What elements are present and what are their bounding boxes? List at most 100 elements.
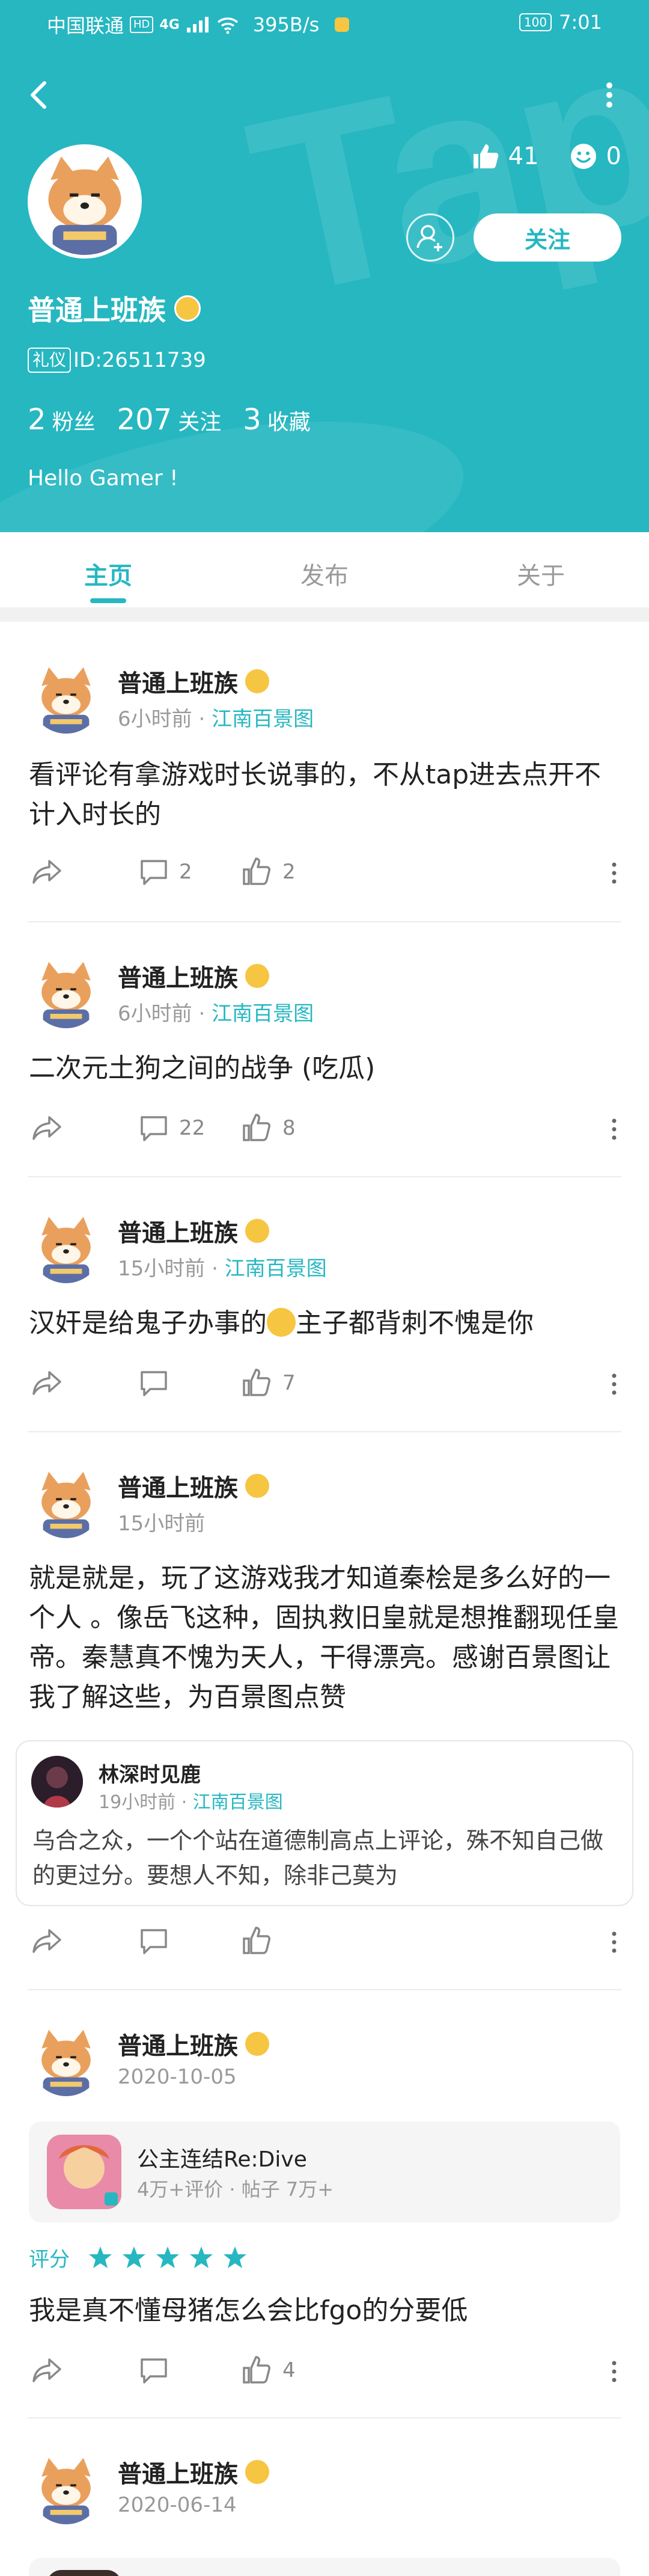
like-icon bbox=[243, 2356, 271, 2384]
post-author-name[interactable]: 普通上班族 bbox=[118, 2455, 269, 2489]
feed-post[interactable]: 普通上班族 2020-10-05 公主连结Re:Dive 4万+评价 · 帖子 … bbox=[0, 1990, 649, 2418]
post-author-avatar[interactable] bbox=[30, 661, 102, 734]
like-button[interactable]: 7 bbox=[240, 1366, 296, 1400]
share-button[interactable] bbox=[30, 855, 64, 889]
tab-posts[interactable]: 发布 bbox=[216, 532, 433, 607]
more-options-icon[interactable] bbox=[608, 1111, 620, 1147]
game-name: 公主连结Re:Dive bbox=[137, 2147, 307, 2172]
hd-badge: HD bbox=[130, 16, 154, 33]
post-game-link[interactable]: 江南百景图 bbox=[212, 707, 314, 731]
nav-row bbox=[0, 66, 649, 120]
comment-button[interactable] bbox=[137, 1924, 179, 1958]
more-options-icon[interactable] bbox=[608, 2354, 620, 2390]
feed-post[interactable]: 普通上班族 15小时前 就是就是，玩了这游戏我才知道秦桧是多么好的一个人 。像岳… bbox=[0, 1432, 649, 1990]
game-card-partial[interactable] bbox=[29, 2558, 620, 2576]
more-options-icon[interactable] bbox=[608, 1924, 620, 1960]
feed-post[interactable]: 普通上班族 6小时前 · 江南百景图 看评论有拿游戏时长说事的，不从tap进去点… bbox=[0, 622, 649, 922]
comment-button[interactable]: 22 bbox=[137, 1111, 205, 1145]
shiba-avatar-icon bbox=[31, 148, 138, 255]
tab-about[interactable]: 关于 bbox=[433, 532, 649, 607]
post-author-avatar[interactable] bbox=[30, 2024, 102, 2096]
rating-label: 评分 bbox=[29, 2248, 70, 2272]
laughing-emoji-icon bbox=[267, 1308, 296, 1337]
etiquette-badge[interactable]: 礼仪 bbox=[28, 348, 72, 373]
battery-icon: 100 bbox=[519, 13, 552, 31]
post-author-avatar[interactable] bbox=[30, 1466, 102, 1538]
share-button[interactable] bbox=[30, 1924, 64, 1958]
comment-button[interactable] bbox=[137, 1366, 179, 1400]
follow-button[interactable]: 关注 bbox=[474, 213, 621, 262]
emoji-stat[interactable]: 0 bbox=[569, 142, 621, 171]
more-options-icon[interactable] bbox=[608, 855, 620, 891]
game-icon bbox=[47, 2570, 121, 2576]
share-button[interactable] bbox=[30, 1366, 64, 1400]
quoted-game-link[interactable]: 江南百景图 bbox=[193, 1792, 283, 1813]
level-badge-icon bbox=[245, 1219, 269, 1243]
post-meta: 2020-10-05 bbox=[118, 2065, 237, 2089]
post-author-avatar[interactable] bbox=[30, 1211, 102, 1283]
feed-post[interactable]: 普通上班族 6小时前 · 江南百景图 二次元土狗之间的战争 (吃瓜) 22 8 bbox=[0, 922, 649, 1177]
tab-about-label: 关于 bbox=[517, 562, 565, 590]
share-button[interactable] bbox=[30, 1111, 64, 1145]
like-icon bbox=[243, 1369, 271, 1396]
carrier-label: 中国联通 bbox=[47, 14, 124, 37]
like-button[interactable]: 4 bbox=[240, 2354, 296, 2387]
star-icon bbox=[224, 2246, 246, 2268]
post-content[interactable]: 我是真不懂母猪怎么会比fgo的分要低 bbox=[29, 2291, 624, 2331]
network-label: 4G bbox=[159, 17, 180, 32]
following-count[interactable]: 207 关注 bbox=[117, 403, 222, 437]
post-content[interactable]: 汉奸是给鬼子办事的 主子都背刺不愧是你 bbox=[29, 1304, 624, 1343]
share-icon bbox=[32, 2358, 61, 2382]
like-icon bbox=[243, 1114, 271, 1141]
share-icon bbox=[32, 1929, 61, 1953]
profile-avatar[interactable] bbox=[28, 144, 142, 259]
back-button[interactable] bbox=[22, 77, 58, 113]
feed-post[interactable]: 普通上班族 15小时前 · 江南百景图 汉奸是给鬼子办事的 主子都背刺不愧是你 7 bbox=[0, 1177, 649, 1432]
feed-post[interactable]: 普通上班族 2020-06-14 bbox=[0, 2418, 649, 2576]
more-options-icon[interactable] bbox=[608, 1366, 620, 1402]
post-author-avatar[interactable] bbox=[30, 2452, 102, 2524]
like-count: 7 bbox=[282, 1371, 296, 1395]
like-button[interactable] bbox=[240, 1924, 282, 1958]
share-button[interactable] bbox=[30, 2354, 64, 2387]
like-count: 2 bbox=[282, 860, 296, 884]
favorites-count[interactable]: 3 收藏 bbox=[243, 403, 311, 437]
tab-home[interactable]: 主页 bbox=[0, 532, 216, 607]
like-button[interactable]: 8 bbox=[240, 1111, 296, 1145]
quoted-author-avatar[interactable] bbox=[31, 1756, 83, 1808]
post-content[interactable]: 二次元土狗之间的战争 (吃瓜) bbox=[29, 1049, 624, 1088]
likes-stat[interactable]: 41 bbox=[471, 142, 539, 171]
comment-icon bbox=[141, 860, 167, 885]
post-game-link[interactable]: 江南百景图 bbox=[212, 1002, 314, 1026]
profile-header: Tap 中国联通 HD 4G 395B/s 100 7:01 41 0 关注 普… bbox=[0, 0, 649, 532]
fans-count[interactable]: 2 粉丝 bbox=[28, 403, 96, 437]
quoted-comment[interactable]: 林深时见鹿 19小时前 · 江南百景图 乌合之众，一个个站在道德制高点上评论，殊… bbox=[16, 1740, 633, 1906]
more-menu-button[interactable] bbox=[591, 77, 627, 113]
post-game-link[interactable]: 江南百景图 bbox=[225, 1257, 327, 1281]
username-text: 普通上班族 bbox=[28, 294, 166, 327]
post-content[interactable]: 看评论有拿游戏时长说事的，不从tap进去点开不计入时长的 bbox=[29, 755, 624, 835]
comment-button[interactable]: 2 bbox=[137, 855, 192, 889]
like-button[interactable]: 2 bbox=[240, 855, 296, 889]
shiba-avatar-icon bbox=[30, 1466, 102, 1538]
post-author-name[interactable]: 普通上班族 bbox=[118, 2026, 269, 2061]
shiba-avatar-icon bbox=[30, 1211, 102, 1283]
post-author-name[interactable]: 普通上班族 bbox=[118, 958, 269, 993]
post-author-avatar[interactable] bbox=[30, 956, 102, 1028]
shiba-avatar-icon bbox=[30, 2452, 102, 2524]
game-card[interactable]: 公主连结Re:Dive 4万+评价 · 帖子 7万+ bbox=[29, 2121, 620, 2222]
star-icon bbox=[123, 2246, 145, 2268]
post-author-name[interactable]: 普通上班族 bbox=[118, 664, 269, 699]
post-author-name[interactable]: 普通上班族 bbox=[118, 1468, 269, 1503]
post-author-name[interactable]: 普通上班族 bbox=[118, 1213, 269, 1248]
level-badge-icon bbox=[245, 964, 269, 988]
anime-avatar-icon bbox=[31, 1756, 83, 1808]
quoted-author-name[interactable]: 林深时见鹿 bbox=[99, 1758, 201, 1788]
game-meta: 4万+评价 · 帖子 7万+ bbox=[137, 2178, 334, 2201]
post-content[interactable]: 就是就是，玩了这游戏我才知道秦桧是多么好的一个人 。像岳飞这种，固执救旧皇就是想… bbox=[29, 1559, 624, 1717]
comment-icon bbox=[141, 1371, 167, 1396]
add-friend-button[interactable] bbox=[406, 213, 454, 262]
section-gap bbox=[0, 607, 649, 622]
comment-button[interactable] bbox=[137, 2354, 179, 2387]
share-icon bbox=[32, 860, 61, 884]
